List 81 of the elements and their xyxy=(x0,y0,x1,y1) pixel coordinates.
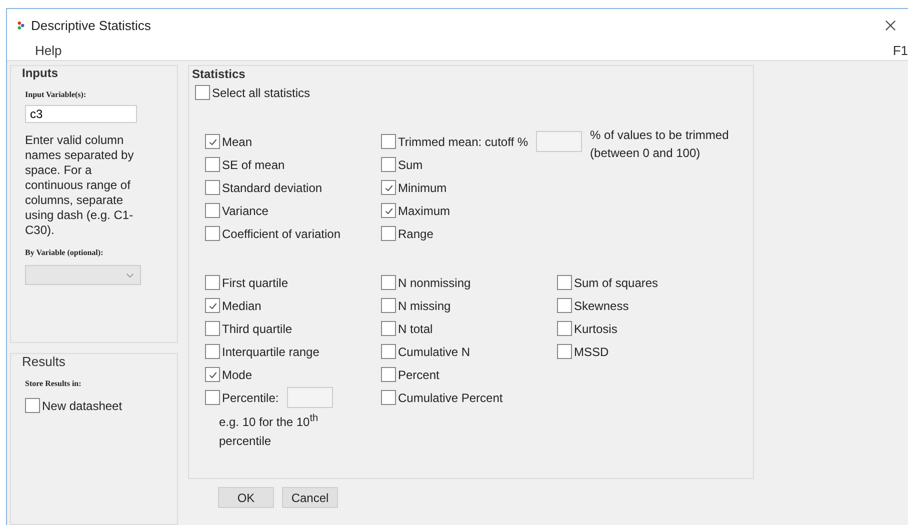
note-text: % of values to be trimmed (between 0 and 100) xyxy=(590,127,730,162)
menu-item[interactable]: Help xyxy=(35,43,62,58)
checkbox-label[interactable]: Skewness xyxy=(574,298,629,312)
checkbox[interactable] xyxy=(381,390,396,405)
checkbox-label[interactable]: Percent xyxy=(398,368,440,382)
checkbox-label[interactable]: Standard deviation xyxy=(222,180,322,194)
checkbox[interactable] xyxy=(557,298,572,313)
checkbox-label[interactable]: Third quartile xyxy=(222,322,292,336)
checkbox-label[interactable]: Coefficient of variation xyxy=(222,226,341,240)
checkbox-label[interactable]: Cumulative N xyxy=(398,344,470,358)
checkbox-label[interactable]: First quartile xyxy=(222,276,288,290)
checkbox[interactable] xyxy=(381,367,396,382)
app-icon xyxy=(17,20,25,31)
checkbox[interactable] xyxy=(205,157,220,172)
checkbox[interactable] xyxy=(557,321,572,336)
number-field[interactable] xyxy=(536,131,582,152)
checkbox-label[interactable]: Minimum xyxy=(398,180,447,194)
close-icon[interactable] xyxy=(885,20,896,31)
checkbox[interactable] xyxy=(25,398,40,413)
chevron-icon xyxy=(126,272,134,278)
number-field[interactable] xyxy=(286,387,333,408)
dialog-button[interactable]: OK xyxy=(218,487,274,508)
check-icon xyxy=(384,206,394,216)
checkbox-label[interactable]: N nonmissing xyxy=(398,276,471,290)
checkbox[interactable] xyxy=(557,344,572,359)
field-label: Input Variable(s): xyxy=(25,90,88,99)
checkbox-label[interactable]: Variance xyxy=(222,204,268,218)
checkbox-label[interactable]: Select all statistics xyxy=(212,86,310,100)
group-title: Results xyxy=(22,354,66,369)
checkbox[interactable] xyxy=(205,180,220,195)
checkbox-label[interactable]: Kurtosis xyxy=(574,322,618,336)
check-icon xyxy=(208,300,218,310)
checkbox[interactable] xyxy=(381,180,396,195)
checkbox[interactable] xyxy=(205,390,220,405)
field-label: By Variable (optional): xyxy=(25,248,104,257)
checkbox[interactable] xyxy=(205,275,220,290)
checkbox[interactable] xyxy=(205,321,220,336)
check-icon xyxy=(384,182,394,192)
checkbox-label[interactable]: New datasheet xyxy=(42,398,122,412)
checkbox-label[interactable]: Sum of squares xyxy=(574,276,658,290)
checkbox[interactable] xyxy=(205,134,220,149)
checkbox-label[interactable]: N missing xyxy=(398,298,451,312)
checkbox-label[interactable]: Percentile: xyxy=(222,390,279,404)
checkbox[interactable] xyxy=(381,321,396,336)
checkbox-label[interactable]: N total xyxy=(398,322,433,336)
field-label: Store Results in: xyxy=(25,379,82,388)
group-title: Inputs xyxy=(22,66,59,80)
checkbox-label[interactable]: Cumulative Percent xyxy=(398,390,503,404)
checkbox[interactable] xyxy=(381,298,396,313)
checkbox[interactable] xyxy=(205,226,220,241)
checkbox-label[interactable]: Range xyxy=(398,226,434,240)
window-title: Descriptive Statistics xyxy=(31,18,152,33)
check-icon xyxy=(208,370,218,380)
checkbox[interactable] xyxy=(205,367,220,382)
input-field[interactable]: c3 xyxy=(25,105,137,123)
shortcut-label: F1 xyxy=(892,43,908,58)
checkbox-label[interactable]: Interquartile range xyxy=(222,344,320,358)
dialog-button[interactable]: Cancel xyxy=(282,487,338,508)
checkbox[interactable] xyxy=(557,275,572,290)
checkbox[interactable] xyxy=(195,85,210,100)
checkbox[interactable] xyxy=(205,344,220,359)
check-icon xyxy=(208,136,218,146)
checkbox-label[interactable]: Median xyxy=(222,298,262,312)
checkbox-label[interactable]: Maximum xyxy=(398,204,450,218)
group-title: Statistics xyxy=(192,67,246,81)
checkbox[interactable] xyxy=(205,203,220,218)
checkbox-label[interactable]: MSSD xyxy=(574,344,609,358)
hint-text: e.g. 10 for the 10$^{th}$ percentile xyxy=(219,412,320,450)
checkbox-label[interactable]: Trimmed mean: cutoff % xyxy=(398,134,528,148)
checkbox[interactable] xyxy=(381,275,396,290)
checkbox-label[interactable]: SE of mean xyxy=(222,158,285,172)
help-text: Enter valid column names separated by space. For a continuous range of columns, separate using dash (e.g. C1-C30). xyxy=(25,133,135,238)
checkbox[interactable] xyxy=(381,134,396,149)
checkbox[interactable] xyxy=(381,226,396,241)
checkbox[interactable] xyxy=(381,157,396,172)
checkbox-label[interactable]: Mode xyxy=(222,368,252,382)
checkbox[interactable] xyxy=(381,344,396,359)
checkbox-label[interactable]: Sum xyxy=(398,158,423,172)
checkbox[interactable] xyxy=(381,203,396,218)
checkbox-label[interactable]: Mean xyxy=(222,134,252,148)
checkbox[interactable] xyxy=(205,298,220,313)
